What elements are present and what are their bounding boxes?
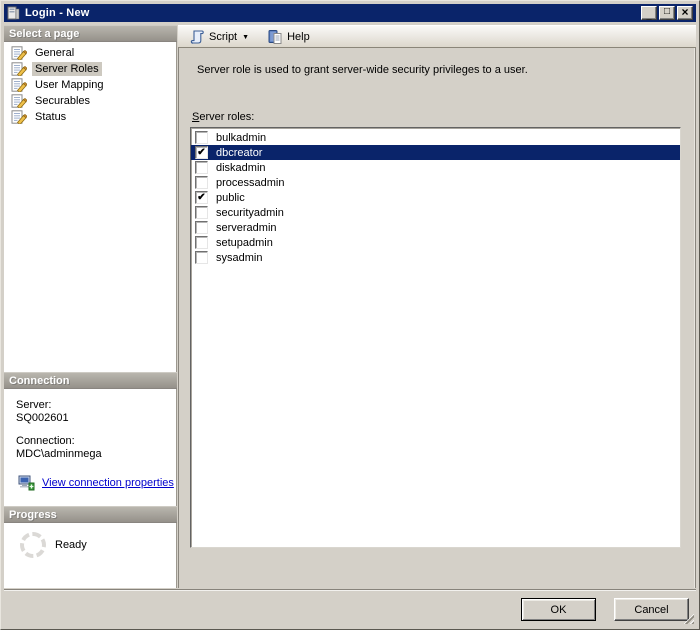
dialog-footer: OK Cancel [4,589,696,626]
progress-spinner-icon [20,532,46,558]
dialog-body: Select a page General Server Roles User … [4,25,696,588]
script-icon [190,29,204,44]
role-row-diskadmin[interactable]: diskadmin [191,160,680,175]
connection-value: MDC\adminmega [16,448,102,460]
progress-status: Ready [55,539,87,551]
connection-panel: Server: SQ002601 Connection: MDC\adminme… [4,389,177,506]
progress-panel: Ready [4,523,177,588]
server-label: Server: [16,399,52,411]
role-checkbox[interactable]: ✔ [195,146,208,159]
minimize-button[interactable]: _ [641,6,657,20]
page-description: Server role is used to grant server-wide… [197,64,528,76]
server-roles-page: Server role is used to grant server-wide… [178,48,696,588]
page-icon [11,78,27,92]
titlebar[interactable]: Login - New _ □ × [4,4,696,22]
select-a-page-header: Select a page [4,25,177,42]
page-list: General Server Roles User Mapping Secura… [4,42,177,372]
connection-header: Connection [4,372,177,389]
role-row-dbcreator[interactable]: ✔ dbcreator [191,145,680,160]
role-name-label: setupadmin [216,236,273,249]
sidebar-item-status[interactable]: Status [4,109,176,125]
sidebar-item-user-mapping[interactable]: User Mapping [4,77,176,93]
page-icon [11,62,27,76]
role-name-label: diskadmin [216,161,266,174]
script-button-label: Script [209,30,238,43]
role-checkbox[interactable] [195,131,208,144]
role-row-public[interactable]: ✔ public [191,190,680,205]
page-icon [11,46,27,60]
sidebar-item-securables[interactable]: Securables [4,93,176,109]
help-button-label: Help [287,30,310,43]
connection-properties-icon [18,475,35,491]
sidebar-page-label: Securables [35,95,91,107]
sidebar-page-label: Status [35,111,67,123]
maximize-button[interactable]: □ [659,6,675,20]
minimize-icon: _ [646,10,652,21]
role-name-label: dbcreator [216,146,263,159]
role-name-label: bulkadmin [216,131,267,144]
sidebar-item-server-roles[interactable]: Server Roles [4,61,176,77]
role-row-securityadmin[interactable]: securityadmin [191,205,680,220]
page-icon [11,94,27,108]
maximize-icon: □ [663,6,671,17]
script-dropdown-icon: ▼ [242,34,250,41]
sidebar: Select a page General Server Roles User … [4,25,177,588]
server-icon [7,6,20,20]
sidebar-item-general[interactable]: General [4,45,176,61]
role-row-setupadmin[interactable]: setupadmin [191,235,680,250]
main-panel: Script ▼ Help Server role is used to gra… [178,25,696,588]
progress-header: Progress [4,506,177,523]
close-icon: × [681,5,689,19]
script-button[interactable]: Script ▼ [183,27,255,47]
role-name-label: sysadmin [216,251,263,264]
login-new-dialog: Login - New _ □ × Select a page General [0,0,700,630]
role-checkbox[interactable] [195,161,208,174]
role-name-label: processadmin [216,176,285,189]
role-checkbox[interactable] [195,251,208,264]
server-value: SQ002601 [16,412,69,424]
ok-button[interactable]: OK [521,598,596,621]
role-row-bulkadmin[interactable]: bulkadmin [191,130,680,145]
role-row-sysadmin[interactable]: sysadmin [191,250,680,265]
close-button[interactable]: × [677,6,693,20]
toolbar: Script ▼ Help [178,25,696,48]
role-checkbox[interactable] [195,221,208,234]
window-title: Login - New [25,7,90,19]
role-checkbox[interactable] [195,176,208,189]
sidebar-page-label: User Mapping [35,79,104,91]
sidebar-page-label: Server Roles [32,62,102,76]
role-checkbox[interactable]: ✔ [195,191,208,204]
role-name-label: serveradmin [216,221,277,234]
role-row-processadmin[interactable]: processadmin [191,175,680,190]
help-icon [268,29,282,44]
help-button[interactable]: Help [261,27,316,47]
view-connection-properties-link[interactable]: View connection properties [42,477,174,490]
role-name-label: securityadmin [216,206,284,219]
page-icon [11,110,27,124]
server-roles-label: Server roles: [192,111,255,123]
role-checkbox[interactable] [195,236,208,249]
role-name-label: public [216,191,245,204]
server-roles-listbox[interactable]: bulkadmin ✔ dbcreator diskadmin processa… [190,127,681,548]
cancel-button[interactable]: Cancel [614,598,689,621]
role-row-serveradmin[interactable]: serveradmin [191,220,680,235]
connection-label: Connection: [16,435,75,447]
sidebar-page-label: General [35,47,75,59]
role-checkbox[interactable] [195,206,208,219]
